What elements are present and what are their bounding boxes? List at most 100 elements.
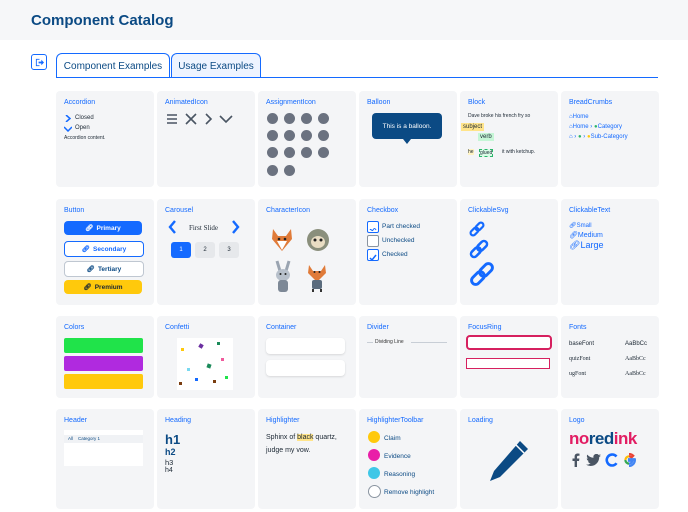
- card-block[interactable]: Block Dave broke his french fry so subje…: [460, 91, 558, 187]
- tertiary-button[interactable]: 🔗︎ Tertiary: [64, 261, 144, 277]
- unchecked-checkbox-label[interactable]: Unchecked: [382, 237, 415, 244]
- card-header[interactable]: Header All Category 1: [56, 409, 154, 509]
- card-container[interactable]: Container: [258, 316, 356, 398]
- card-accordion[interactable]: Accordion Closed Open Accordion content.: [56, 91, 154, 187]
- card-confetti[interactable]: Confetti: [157, 316, 255, 398]
- card-assignmenticon[interactable]: AssignmentIcon: [258, 91, 356, 187]
- google-icon: [624, 453, 636, 467]
- primary-button[interactable]: 🔗︎ Primary: [64, 221, 142, 235]
- card-title: Colors: [64, 324, 85, 331]
- card-focusring[interactable]: FocusRing: [460, 316, 558, 398]
- partial-checkbox-label[interactable]: Part checked: [382, 223, 420, 230]
- accordion-open-label[interactable]: Open: [75, 125, 90, 131]
- claim-marker-icon[interactable]: [368, 431, 380, 443]
- link-icon[interactable]: [469, 239, 489, 259]
- header-all-link[interactable]: All: [68, 436, 73, 441]
- card-clickabletext[interactable]: ClickableText 🔗︎Small 🔗︎Medium 🔗︎Large: [561, 199, 659, 305]
- remove-highlight-label[interactable]: Remove highlight: [384, 489, 434, 496]
- heading-h4: h4: [165, 467, 173, 474]
- font-sample-base: AaBbCc: [625, 341, 648, 347]
- card-charactericon[interactable]: CharacterIcon: [258, 199, 356, 305]
- assignment-icon: [301, 130, 312, 141]
- card-logo[interactable]: Logo noredink: [561, 409, 659, 509]
- clickable-text-large[interactable]: 🔗︎Large: [569, 240, 603, 251]
- clickable-text-medium[interactable]: 🔗︎Medium: [569, 231, 603, 239]
- card-checkbox[interactable]: Checkbox Part checked Unchecked Checked: [359, 199, 457, 305]
- unchecked-checkbox[interactable]: [367, 235, 379, 247]
- checked-checkbox[interactable]: [367, 249, 379, 262]
- card-title: Accordion: [64, 99, 96, 106]
- partial-checkbox[interactable]: [367, 221, 379, 233]
- evidence-label[interactable]: Evidence: [384, 453, 411, 460]
- block-sentence: Dave broke his french fry so: [468, 113, 531, 119]
- breadcrumb-subcategory[interactable]: ⌂ › ● › ●Sub-Category: [569, 134, 628, 140]
- heading-h2: h2: [165, 447, 176, 457]
- card-title: AnimatedIcon: [165, 99, 208, 106]
- tab-component-examples[interactable]: Component Examples: [56, 53, 170, 78]
- block-rest: it with ketchup.: [502, 149, 536, 155]
- card-title: ClickableSvg: [468, 207, 509, 214]
- chevron-right-icon[interactable]: [231, 220, 240, 234]
- card-colors[interactable]: Colors: [56, 316, 154, 398]
- claim-label[interactable]: Claim: [384, 435, 401, 442]
- focus-ring-square[interactable]: [466, 358, 550, 369]
- reasoning-label[interactable]: Reasoning: [384, 471, 415, 478]
- card-clickablesvg[interactable]: ClickableSvg: [460, 199, 558, 305]
- eraser-icon[interactable]: [368, 485, 381, 498]
- card-divider[interactable]: Divider Dividing Line: [359, 316, 457, 398]
- font-name-base: baseFont: [569, 341, 595, 347]
- assignment-icon: [284, 130, 295, 141]
- facebook-icon: [572, 453, 580, 467]
- tab-usage-examples[interactable]: Usage Examples: [171, 53, 261, 78]
- color-swatch-yellow: [64, 374, 143, 389]
- card-heading[interactable]: Heading h1 h2 h3 h4: [157, 409, 255, 509]
- link-icon: 🔗︎: [85, 225, 94, 232]
- highlighter-line-2[interactable]: judge my vow.: [266, 447, 310, 454]
- card-balloon[interactable]: Balloon This is a balloon.: [359, 91, 457, 187]
- heading-h3: h3: [165, 458, 174, 467]
- sloth-icon: [307, 229, 329, 251]
- link-icon[interactable]: [469, 221, 485, 237]
- clickable-text-small[interactable]: 🔗︎Small: [569, 222, 592, 229]
- card-carousel[interactable]: Carousel First Slide 1 2 3: [157, 199, 255, 305]
- assignment-icon: [267, 147, 278, 158]
- carousel-page-1[interactable]: 1: [171, 242, 191, 258]
- rabbit-icon: [275, 260, 291, 292]
- carousel-page-3[interactable]: 3: [219, 242, 239, 258]
- pencil-icon: [490, 441, 528, 481]
- card-animatedicon[interactable]: AnimatedIcon: [157, 91, 255, 187]
- card-title: ClickableText: [569, 207, 611, 214]
- link-icon[interactable]: [469, 261, 495, 287]
- checked-checkbox-label[interactable]: Checked: [382, 251, 408, 258]
- assignment-icon: [301, 113, 312, 124]
- reasoning-marker-icon[interactable]: [368, 467, 380, 479]
- card-title: FocusRing: [468, 324, 502, 331]
- highlighter-line-1[interactable]: Sphinx of black quartz,: [266, 434, 337, 441]
- accordion-closed-label[interactable]: Closed: [75, 115, 94, 121]
- chevron-down-icon: [64, 126, 72, 132]
- card-title: Balloon: [367, 99, 391, 106]
- card-title: AssignmentIcon: [266, 99, 316, 106]
- card-highlighter[interactable]: Highlighter Sphinx of black quartz, judg…: [258, 409, 356, 509]
- block-he: he: [468, 149, 474, 155]
- chevron-right-icon: [65, 115, 71, 122]
- evidence-marker-icon[interactable]: [368, 449, 380, 461]
- carousel-page-2[interactable]: 2: [195, 242, 215, 258]
- breadcrumb-category[interactable]: ⌂Home › ●Category: [569, 124, 622, 130]
- sidebar-toggle-button[interactable]: [31, 54, 47, 70]
- card-title: Header: [64, 417, 87, 424]
- card-highlightertoolbar[interactable]: HighlighterToolbar Claim Evidence Reason…: [359, 409, 457, 509]
- card-breadcrumbs[interactable]: BreadCrumbs ⌂Home ⌂Home › ●Category ⌂ › …: [561, 91, 659, 187]
- secondary-button[interactable]: 🔗︎ Secondary: [64, 241, 144, 257]
- block-subject-label: subject: [461, 123, 485, 131]
- card-button[interactable]: Button 🔗︎ Primary 🔗︎ Secondary 🔗︎ Tertiary …: [56, 199, 154, 305]
- assignment-icon: [318, 113, 329, 124]
- breadcrumb-home[interactable]: ⌂Home: [569, 114, 589, 120]
- card-fonts[interactable]: Fonts baseFont AaBbCc quizFont AaBbCc ug…: [561, 316, 659, 398]
- page-title: Component Catalog: [31, 12, 174, 29]
- font-sample-ug: AaBbCc: [625, 371, 646, 377]
- focus-ring-rounded[interactable]: [466, 335, 552, 350]
- premium-button[interactable]: 🔗︎ Premium: [64, 280, 142, 294]
- card-loading[interactable]: Loading: [460, 409, 558, 509]
- chevron-left-icon[interactable]: [168, 220, 177, 234]
